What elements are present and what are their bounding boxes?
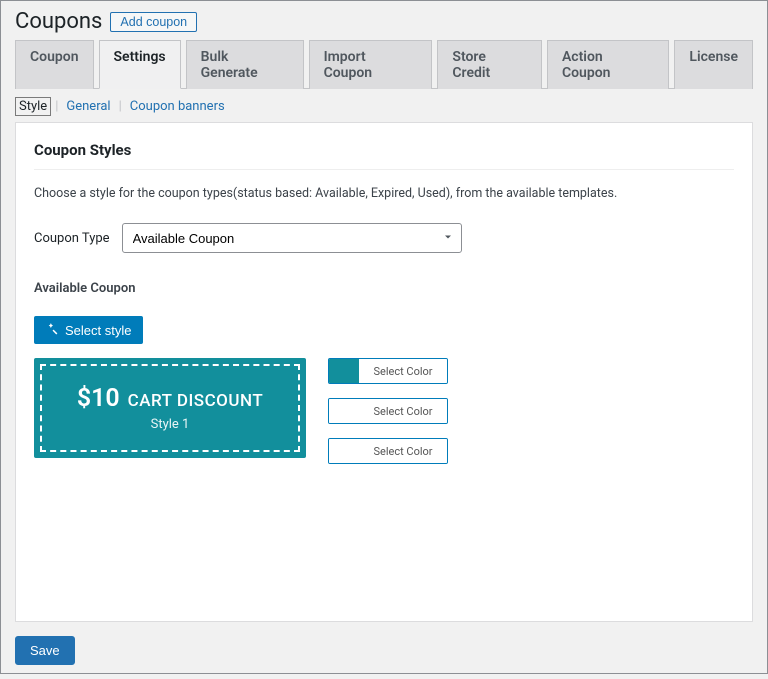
coupon-type-label: Coupon Type xyxy=(34,231,110,246)
swatch-icon xyxy=(329,399,359,423)
color-picker-1[interactable]: Select Color xyxy=(328,358,448,384)
tab-store-credit[interactable]: Store Credit xyxy=(437,40,542,89)
page-header: Coupons Add coupon xyxy=(1,1,767,40)
subtab-coupon-banners[interactable]: Coupon banners xyxy=(126,97,229,116)
coupon-type-row: Coupon Type Available Coupon xyxy=(34,223,734,253)
tab-action-coupon[interactable]: Action Coupon xyxy=(547,40,669,89)
color-picker-2[interactable]: Select Color xyxy=(328,398,448,424)
tab-license[interactable]: License xyxy=(674,40,753,89)
panel-heading: Coupon Styles xyxy=(34,141,734,170)
color-pickers: Select Color Select Color Select Color xyxy=(328,358,448,464)
coupon-type-select[interactable]: Available Coupon xyxy=(122,223,462,253)
tab-coupon[interactable]: Coupon xyxy=(15,40,94,89)
panel-description: Choose a style for the coupon types(stat… xyxy=(34,186,734,201)
coupon-preview-card: $10 CART DISCOUNT Style 1 xyxy=(34,358,306,458)
settings-panel: Coupon Styles Choose a style for the cou… xyxy=(15,122,753,622)
coupon-text: CART DISCOUNT xyxy=(128,391,264,411)
subtab-style[interactable]: Style xyxy=(15,97,51,116)
tab-import-coupon[interactable]: Import Coupon xyxy=(309,40,433,89)
sub-tabs: Style | General | Coupon banners xyxy=(1,89,767,122)
footer: Save xyxy=(1,622,767,679)
coupon-main-line: $10 CART DISCOUNT xyxy=(77,384,263,413)
color-picker-3[interactable]: Select Color xyxy=(328,438,448,464)
tab-bulk-generate[interactable]: Bulk Generate xyxy=(186,40,304,89)
styles-row: $10 CART DISCOUNT Style 1 Select Color S… xyxy=(34,358,734,464)
nav-tabs: Coupon Settings Bulk Generate Import Cou… xyxy=(15,40,753,89)
coupon-style-name: Style 1 xyxy=(151,417,190,432)
color-label: Select Color xyxy=(359,359,447,383)
available-coupon-label: Available Coupon xyxy=(34,281,734,296)
color-label: Select Color xyxy=(359,439,447,463)
swatch-icon xyxy=(329,359,359,383)
coupon-type-select-wrap: Available Coupon xyxy=(122,223,462,253)
save-button[interactable]: Save xyxy=(15,636,75,665)
coupon-amount: $10 xyxy=(77,384,120,413)
select-style-label: Select style xyxy=(65,323,131,338)
tab-settings[interactable]: Settings xyxy=(99,40,181,89)
swatch-icon xyxy=(329,439,359,463)
add-coupon-button[interactable]: Add coupon xyxy=(110,12,197,32)
coupon-preview-inner: $10 CART DISCOUNT Style 1 xyxy=(40,364,300,452)
wand-icon xyxy=(46,322,59,338)
select-style-button[interactable]: Select style xyxy=(34,316,143,344)
subtab-general[interactable]: General xyxy=(62,97,114,116)
page-title: Coupons xyxy=(15,9,102,34)
color-label: Select Color xyxy=(359,399,447,423)
